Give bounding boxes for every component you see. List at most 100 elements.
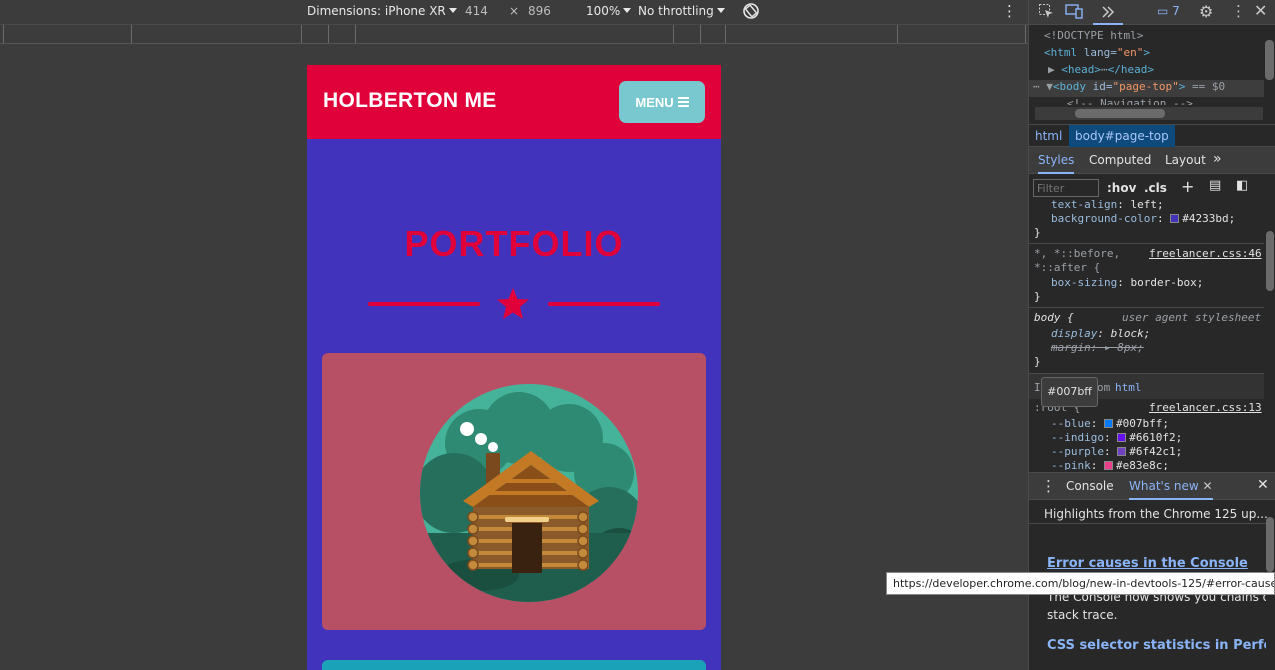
hamburger-icon [677,97,689,107]
device-toggle-icon[interactable] [1065,3,1083,23]
color-swatch[interactable] [1117,433,1127,442]
tab-layout[interactable]: Layout [1165,153,1206,167]
drawer-panel: ⋮ Console What's new ✕ ✕ Highlights from… [1029,472,1275,670]
star-icon [497,288,529,319]
drawer-tabbar: ⋮ Console What's new ✕ ✕ [1029,473,1275,500]
close-drawer-icon[interactable]: ✕ [1257,477,1269,493]
body-node-selected[interactable]: ⋯ ▼<body id="page-top"> == $0 [1029,80,1264,97]
devtools-panel: ▭ 7 ⚙ ⋮ ✕ <!DOCTYPE html> <html lang="en… [1028,0,1275,670]
zoom-select[interactable]: 100% [586,4,632,18]
rule-divider [1029,243,1264,244]
issues-icon: ▭ [1157,4,1169,18]
rule-selector: *, *::before, [1034,247,1121,260]
comment-node[interactable]: <!-- Navigation --> [1067,97,1193,105]
expand-triangle-icon: ▶ [1048,63,1055,76]
devtools-main-toolbar: ▭ 7 ⚙ ⋮ ✕ [1029,0,1275,25]
styles-scrollbar[interactable] [1266,231,1274,291]
brand-link[interactable]: HOLBERTON ME [323,89,497,113]
portfolio-item-next[interactable] [322,660,706,670]
throttling-select[interactable]: No throttling [638,4,725,18]
collapse-triangle-icon: ▼ [1046,80,1053,93]
more-tabs-icon[interactable] [1093,0,1123,25]
styles-filter-input[interactable] [1033,179,1099,197]
width-input[interactable]: 414 [465,4,488,18]
ruler-mark [897,25,898,43]
divider-line-left [368,302,480,306]
rule-selector: *::after { [1034,261,1101,274]
whats-new-link-css-selector[interactable]: CSS selector statistics in Perform [1047,638,1266,653]
class-toggle[interactable]: .cls [1144,181,1167,195]
device-dimensions-select[interactable]: Dimensions: iPhone XR [307,4,457,18]
inherited-from-link[interactable]: html [1115,381,1142,394]
rule-prop-overridden[interactable]: margin: ▸ 8px; [1051,341,1144,354]
vertical-scrollbar[interactable] [1265,40,1274,80]
close-tab-icon: ✕ [1202,479,1213,493]
drawer-scrollbar[interactable] [1266,517,1274,572]
ruler-mark [700,25,701,43]
rule-prop[interactable]: box-sizing: border-box; [1051,276,1203,289]
portfolio-item-cabin[interactable] [322,353,706,630]
head-node[interactable]: ▶ <head>⋯</head> [1048,63,1154,76]
styles-rules: text-align: left; background-color: #423… [1029,198,1275,471]
rule-selector: body { [1034,311,1074,324]
rule-brace: } [1034,226,1041,239]
link-tooltip: https://developer.chrome.com/blog/new-in… [886,572,1275,595]
customize-menu-icon[interactable]: ⋮ [1231,2,1246,20]
ruler-mark [725,25,726,43]
inspect-element-icon[interactable] [1038,3,1054,23]
cabin-illustration [420,384,638,602]
tab-whats-new[interactable]: What's new ✕ [1129,479,1213,500]
device-toolbar: Dimensions: iPhone XR 414 × 896 100% No … [0,0,1028,25]
css-var-row[interactable]: --pink: #e83e8c; [1051,459,1169,470]
styles-tabbar: Styles Computed Layout » [1029,147,1275,174]
sidebar-toggle-icon[interactable]: ◧ [1236,178,1248,193]
rule-source-link[interactable]: freelancer.css:46 [1149,247,1262,260]
rule-brace: } [1034,290,1041,303]
tab-computed[interactable]: Computed [1089,153,1151,167]
hover-state-toggle[interactable]: :hov [1107,181,1136,195]
breadcrumb-html[interactable]: html [1035,129,1062,143]
paint-brush-icon[interactable]: ▤ [1209,178,1221,193]
color-swatch[interactable] [1170,214,1180,223]
issues-counter[interactable]: ▭ 7 [1157,4,1180,18]
horizontal-scrollbar[interactable] [1035,107,1263,120]
whats-new-highlights: Highlights from the Chrome 125 up... [1044,507,1268,521]
drawer-menu-icon[interactable]: ⋮ [1041,477,1056,495]
rule-brace: } [1034,355,1041,368]
css-var-row[interactable]: --blue: #007bff; [1051,417,1169,430]
whats-new-link-error-causes[interactable]: Error causes in the Console [1047,556,1248,571]
rule-divider [1029,307,1264,308]
emulated-page: HOLBERTON ME MENU PORTFOLIO [307,65,721,670]
more-tabs-chevron-icon[interactable]: » [1213,151,1222,167]
tab-styles[interactable]: Styles [1038,153,1075,174]
rule-prop[interactable]: display: block; [1051,327,1150,340]
height-input[interactable]: 896 [528,4,551,18]
times-symbol: × [509,4,520,18]
rule-source-link[interactable]: freelancer.css:13 [1149,401,1262,414]
color-swatch[interactable] [1104,461,1113,470]
close-devtools-icon[interactable]: ✕ [1254,1,1267,20]
divider-line-right [548,302,660,306]
html-node[interactable]: <html lang="en"> [1044,46,1150,59]
tab-console[interactable]: Console [1066,479,1114,493]
ruler-mark [355,25,356,43]
settings-gear-icon[interactable]: ⚙ [1199,2,1213,21]
portfolio-heading: PORTFOLIO [404,223,624,264]
breadcrumb: html body#page-top [1029,124,1275,147]
drawer-divider [1029,523,1266,524]
rule-prop[interactable]: background-color: #4233bd; [1051,212,1235,225]
doctype-node[interactable]: <!DOCTYPE html> [1044,29,1143,42]
media-query-ruler [0,25,1028,44]
menu-button[interactable]: MENU [619,81,705,123]
new-rule-icon[interactable]: + [1181,177,1194,196]
rule-prop[interactable]: text-align: left; [1051,198,1164,211]
more-options-icon[interactable]: ⋮ [1002,2,1017,20]
css-var-row[interactable]: --indigo: #6610f2; [1051,431,1182,444]
color-swatch[interactable] [1104,419,1113,428]
elements-tree: <!DOCTYPE html> <html lang="en"> ▶ <head… [1029,25,1275,124]
color-swatch[interactable] [1117,447,1127,456]
css-var-row[interactable]: --purple: #6f42c1; [1051,445,1182,458]
breadcrumb-body[interactable]: body#page-top [1069,125,1175,147]
navbar: HOLBERTON ME MENU [307,65,721,139]
rotate-icon[interactable] [741,1,761,24]
